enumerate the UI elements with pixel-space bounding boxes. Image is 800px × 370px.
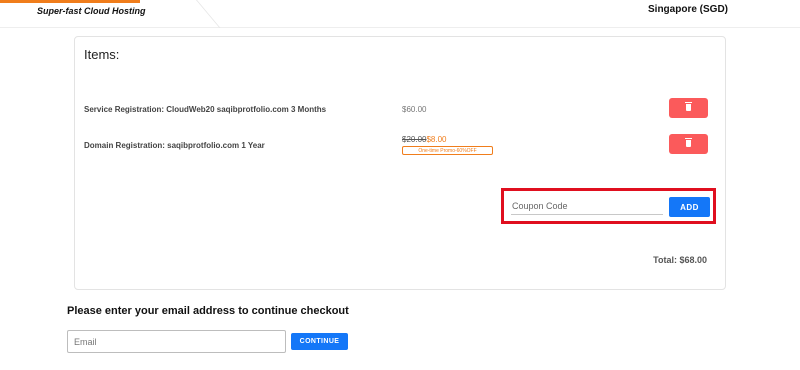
add-coupon-button[interactable]: ADD — [669, 197, 710, 217]
header-divider — [196, 0, 260, 28]
cart-item-price-group: $20.00$8.00 — [402, 135, 447, 144]
trash-icon — [685, 102, 692, 111]
brand-tagline: Super-fast Cloud Hosting — [37, 6, 146, 16]
continue-button[interactable]: CONTINUE — [291, 333, 348, 350]
email-prompt-heading: Please enter your email address to conti… — [67, 305, 349, 317]
cart-items-card: Items: Service Registration: CloudWeb20 … — [74, 36, 726, 290]
region-currency-selector[interactable]: Singapore (SGD) — [648, 4, 728, 15]
top-header: Super-fast Cloud Hosting Singapore (SGD) — [0, 0, 800, 28]
delete-item-button[interactable] — [669, 98, 708, 118]
cart-item-price: $60.00 — [402, 105, 427, 114]
coupon-highlight-box: ADD — [501, 188, 716, 224]
email-field[interactable] — [67, 330, 286, 353]
items-heading: Items: — [84, 47, 120, 62]
delete-item-button[interactable] — [669, 134, 708, 154]
cart-item-description: Domain Registration: saqibprotfolio.com … — [84, 141, 265, 150]
cart-total: Total: $68.00 — [653, 255, 707, 265]
brand-accent-strip — [0, 0, 140, 3]
trash-icon — [685, 138, 692, 147]
cart-item-description: Service Registration: CloudWeb20 saqibpr… — [84, 105, 327, 114]
promo-badge: One-time Promo-60%OFF — [402, 146, 493, 155]
original-price: $20.00 — [402, 135, 427, 144]
coupon-code-input[interactable] — [511, 197, 663, 215]
discounted-price: $8.00 — [426, 135, 447, 144]
